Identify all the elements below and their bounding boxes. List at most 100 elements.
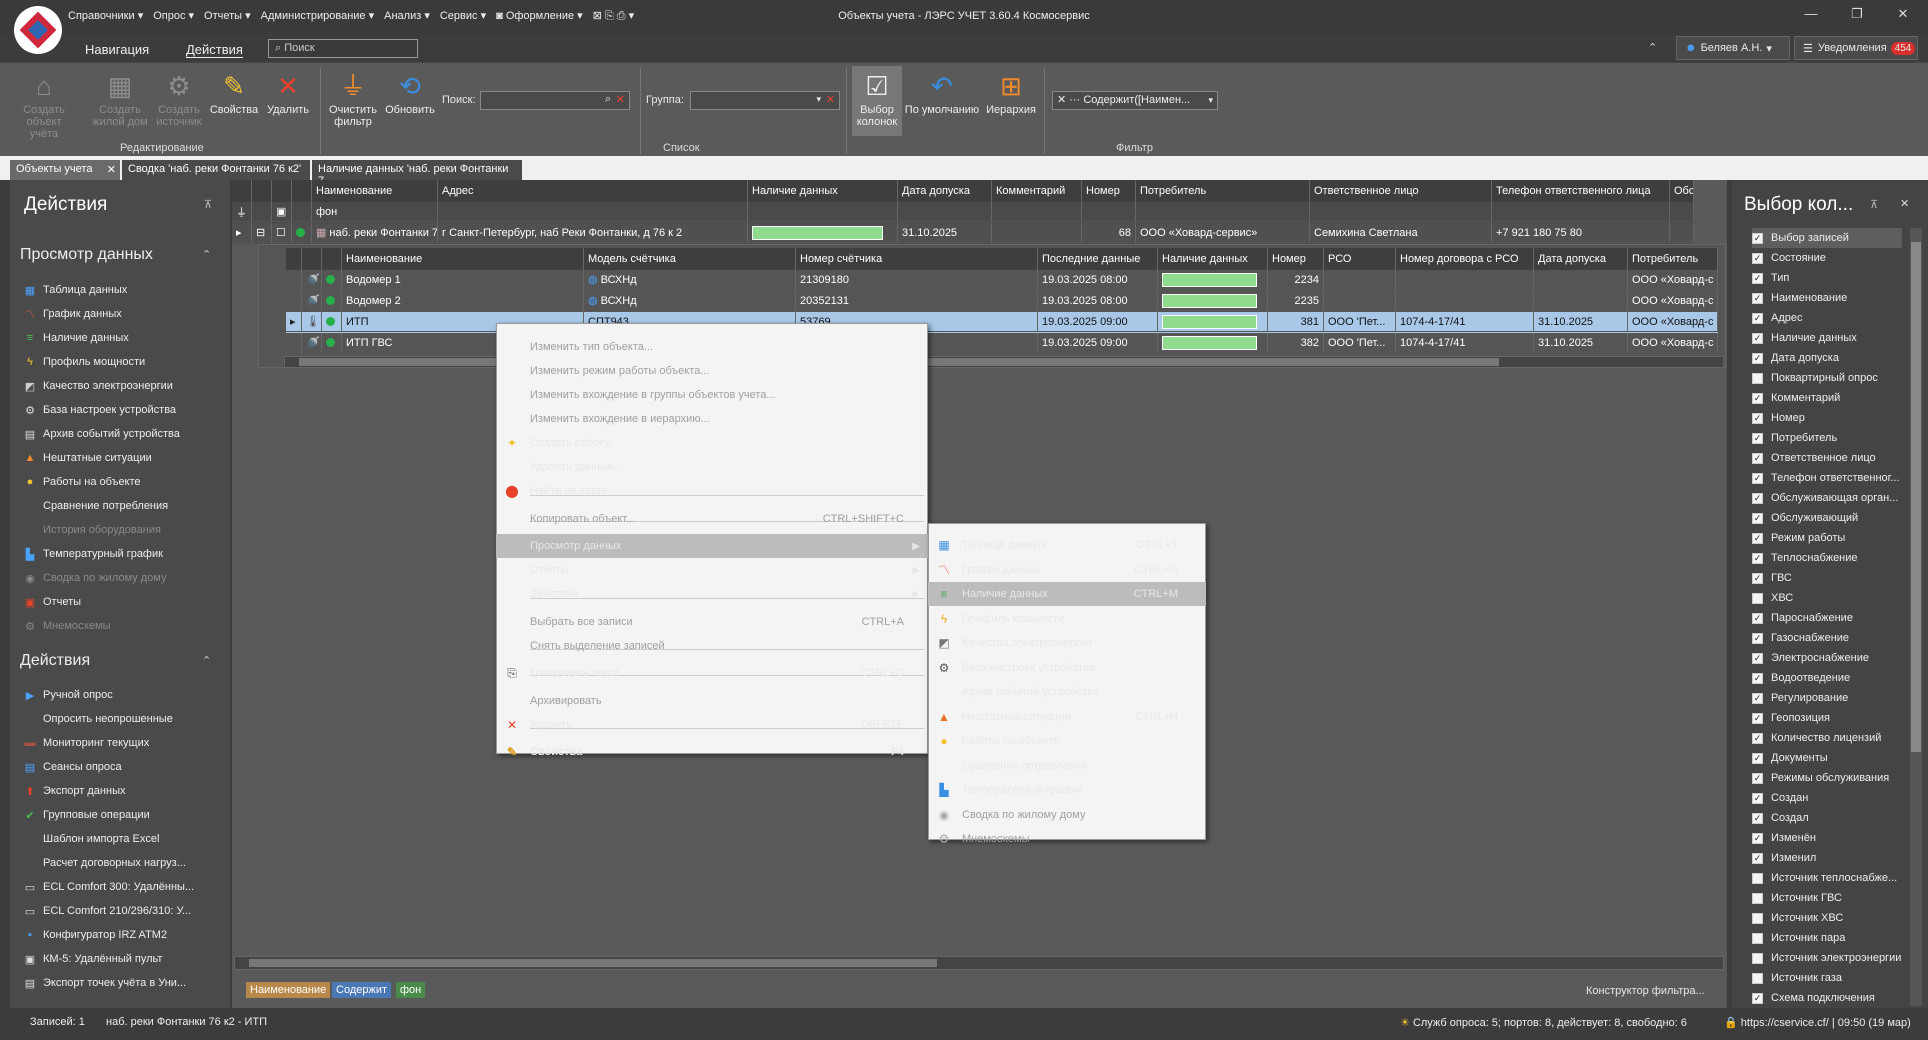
submenu-item-compare[interactable]: Сравнение потребления xyxy=(928,754,1206,778)
menu-item-actions[interactable]: Действия ▶ xyxy=(496,582,928,606)
filter-tag-op[interactable]: Содержит xyxy=(332,982,392,998)
expand-icon[interactable]: ▸ xyxy=(232,223,252,243)
col-date[interactable]: Дата допуска xyxy=(898,180,992,202)
column-option[interactable]: Источник теплоснабже... xyxy=(1752,868,1897,888)
submenu-item-power-profile[interactable]: ϟ Профиль мощности xyxy=(928,607,1206,631)
column-option[interactable]: ✓ Тип xyxy=(1752,268,1789,288)
table-row[interactable]: ▸ ⊟ ☐ ▦ наб. реки Фонтанки 76 г Санкт-Петер… xyxy=(232,223,1694,244)
checkbox-checked[interactable]: ✓ xyxy=(1752,652,1763,664)
menu-item-view-data[interactable]: Просмотр данных ▶ xyxy=(496,534,928,558)
sub-col-consumer[interactable]: Потребитель xyxy=(1628,248,1718,270)
column-option[interactable]: ✓ Наименование xyxy=(1752,288,1847,308)
create-source-button[interactable]: ⚙ Создать источник xyxy=(152,70,206,128)
col-comment[interactable]: Комментарий xyxy=(992,180,1082,202)
column-option[interactable]: ✓ Геопозиция xyxy=(1752,708,1830,728)
collapse-icon[interactable]: ⊟ xyxy=(252,223,272,243)
doc-tab-summary[interactable]: Сводка 'наб. реки Фонтанки 76 к2' xyxy=(122,160,310,180)
pin-icon[interactable]: ⊼ xyxy=(1870,198,1878,211)
checkbox-checked[interactable]: ✓ xyxy=(1752,492,1763,504)
chevron-up-icon[interactable]: ⌃ xyxy=(202,654,211,667)
left-item-monitoring[interactable]: ▬ Мониторинг текущих xyxy=(24,732,150,754)
sub-col-contract[interactable]: Номер договора с РСО xyxy=(1396,248,1534,270)
column-option[interactable]: ✓ Адрес xyxy=(1752,308,1803,328)
left-item-contract-loads[interactable]: Расчет договорных нагруз... xyxy=(24,852,186,874)
delete-button[interactable]: ✕ Удалить xyxy=(262,70,314,116)
checkbox-checked[interactable]: ✓ xyxy=(1752,312,1763,324)
menu-item-delete[interactable]: ✕ Удалить DELETE xyxy=(496,713,928,737)
submenu-item-temp-chart[interactable]: ▙ Температурный график xyxy=(928,778,1206,802)
filter-tag-name[interactable]: Наименование xyxy=(246,982,331,998)
left-item-history[interactable]: История оборудования xyxy=(24,519,161,541)
doc-tab-objects[interactable]: Объекты учета ✕ xyxy=(10,160,120,180)
menu-item-copy-object[interactable]: Копировать объект... CTRL+SHIFT+C xyxy=(496,507,928,531)
col-address[interactable]: Адрес xyxy=(438,180,748,202)
col-name[interactable]: Наименование xyxy=(312,180,438,202)
column-option[interactable]: ✓ Водоотведение xyxy=(1752,668,1850,688)
left-item-poll-unpolled[interactable]: Опросить неопрошенные xyxy=(24,708,173,730)
column-option[interactable]: ✓ Теплоснабжение xyxy=(1752,548,1858,568)
checkbox-unchecked[interactable] xyxy=(1752,952,1763,964)
filter-builder-link[interactable]: Конструктор фильтра... xyxy=(1586,985,1705,997)
clear-search-icon[interactable]: ✕ xyxy=(616,93,625,106)
sub-col-date[interactable]: Дата допуска xyxy=(1534,248,1628,270)
checkbox-checked[interactable]: ✓ xyxy=(1752,712,1763,724)
col-data-avail[interactable]: Наличие данных xyxy=(748,180,898,202)
left-item-mnemo[interactable]: ⚙ Мнемосхемы xyxy=(24,615,110,637)
grid-hscrollbar[interactable] xyxy=(234,956,1724,970)
checkbox-checked[interactable]: ✓ xyxy=(1752,732,1763,744)
menu-item-copy-text[interactable]: ⎘ Копировать текст CTRL+C xyxy=(496,661,928,685)
column-option[interactable]: ✓ Потребитель xyxy=(1752,428,1837,448)
left-item-irz[interactable]: ▪ Конфигуратор IRZ ATM2 xyxy=(24,924,167,946)
column-option[interactable]: ✓ Обслуживающая орган... xyxy=(1752,488,1898,508)
left-item-ecl-300[interactable]: ▭ ECL Comfort 300: Удалённы... xyxy=(24,876,194,898)
sub-col-avail[interactable]: Наличие данных xyxy=(1158,248,1268,270)
sub-col-model[interactable]: Модель счётчика xyxy=(584,248,796,270)
column-option[interactable]: ✓ Режимы обслуживания xyxy=(1752,768,1889,788)
filter-tag-value[interactable]: фон xyxy=(396,982,426,998)
column-option[interactable]: Источник газа xyxy=(1752,968,1842,988)
column-option[interactable]: Источник электроэнергии xyxy=(1752,948,1901,968)
refresh-button[interactable]: ⟲ Обновить xyxy=(382,70,438,116)
checkbox-checked[interactable]: ✓ xyxy=(1752,412,1763,424)
column-option[interactable]: Источник пара xyxy=(1752,928,1845,948)
col-person[interactable]: Ответственное лицо xyxy=(1310,180,1492,202)
column-option[interactable]: ✓ Номер xyxy=(1752,408,1805,428)
submenu-item-works[interactable]: ● Работы на объекте xyxy=(928,729,1206,753)
menu-item-deselect[interactable]: Снять выделение записей xyxy=(496,634,928,658)
left-item-excel-template[interactable]: Шаблон импорта Excel xyxy=(24,828,159,850)
left-item-power-quality[interactable]: ◩ Качество электроэнергии xyxy=(24,375,173,397)
left-item-emergencies[interactable]: ▲ Нештатные ситуации xyxy=(24,447,152,469)
checkbox-checked[interactable]: ✓ xyxy=(1752,752,1763,764)
chevron-down-icon[interactable]: ▾ xyxy=(1208,92,1213,109)
menu-item-select-all[interactable]: Выбрать все записи CTRL+A xyxy=(496,610,928,634)
checkbox-checked[interactable]: ✓ xyxy=(1752,832,1763,844)
checkbox-unchecked[interactable] xyxy=(1752,972,1763,984)
submenu-item-data-chart[interactable]: 〽 График данных CTRL+G xyxy=(928,558,1206,582)
col-phone[interactable]: Телефон ответственного лица xyxy=(1492,180,1670,202)
menu-item-properties[interactable]: ✎ Свойства F4 xyxy=(496,740,928,764)
left-item-ecl-210[interactable]: ▭ ECL Comfort 210/296/310: У... xyxy=(24,900,191,922)
ribbon-search-input[interactable]: ⌕ ✕ xyxy=(480,91,630,110)
submenu-item-data-table[interactable]: ▦ Таблица данных CTRL+T xyxy=(928,533,1206,557)
column-list-scrollbar[interactable] xyxy=(1910,228,1922,1006)
filter-dropdown[interactable]: ✕ ··· Содержит([Наимен... ▾ xyxy=(1052,91,1218,110)
app-logo[interactable] xyxy=(14,6,62,54)
checkbox-checked[interactable]: ✓ xyxy=(1752,512,1763,524)
column-option[interactable]: ✓ ГВС xyxy=(1752,568,1792,588)
checkbox-unchecked[interactable] xyxy=(1752,872,1763,884)
column-option[interactable]: ✓ Состояние xyxy=(1752,248,1826,268)
table-row[interactable]: 🚿 Водомер 1 ◍ ВСХНд 21309180 19.03.2025 0… xyxy=(286,270,1718,291)
column-option[interactable]: ✓ Изменён xyxy=(1752,828,1816,848)
menu-item-delete-data[interactable]: Удалить данные... xyxy=(496,455,928,479)
checkbox-checked[interactable]: ✓ xyxy=(1752,252,1763,264)
left-item-data-table[interactable]: ▦ Таблица данных xyxy=(24,279,127,301)
left-item-house-summary[interactable]: ◉ Сводка по жилому дому xyxy=(24,567,166,589)
column-option[interactable]: ХВС xyxy=(1752,588,1793,608)
select-all-checkbox[interactable]: ▣ xyxy=(272,202,292,222)
column-option[interactable]: ✓ Изменил xyxy=(1752,848,1816,868)
sub-col-rso[interactable]: РСО xyxy=(1324,248,1396,270)
left-item-manual-poll[interactable]: ▶ Ручной опрос xyxy=(24,684,113,706)
checkbox-checked[interactable]: ✓ xyxy=(1752,452,1763,464)
checkbox-checked[interactable]: ✓ xyxy=(1752,352,1763,364)
left-item-compare[interactable]: Сравнение потребления xyxy=(24,495,168,517)
